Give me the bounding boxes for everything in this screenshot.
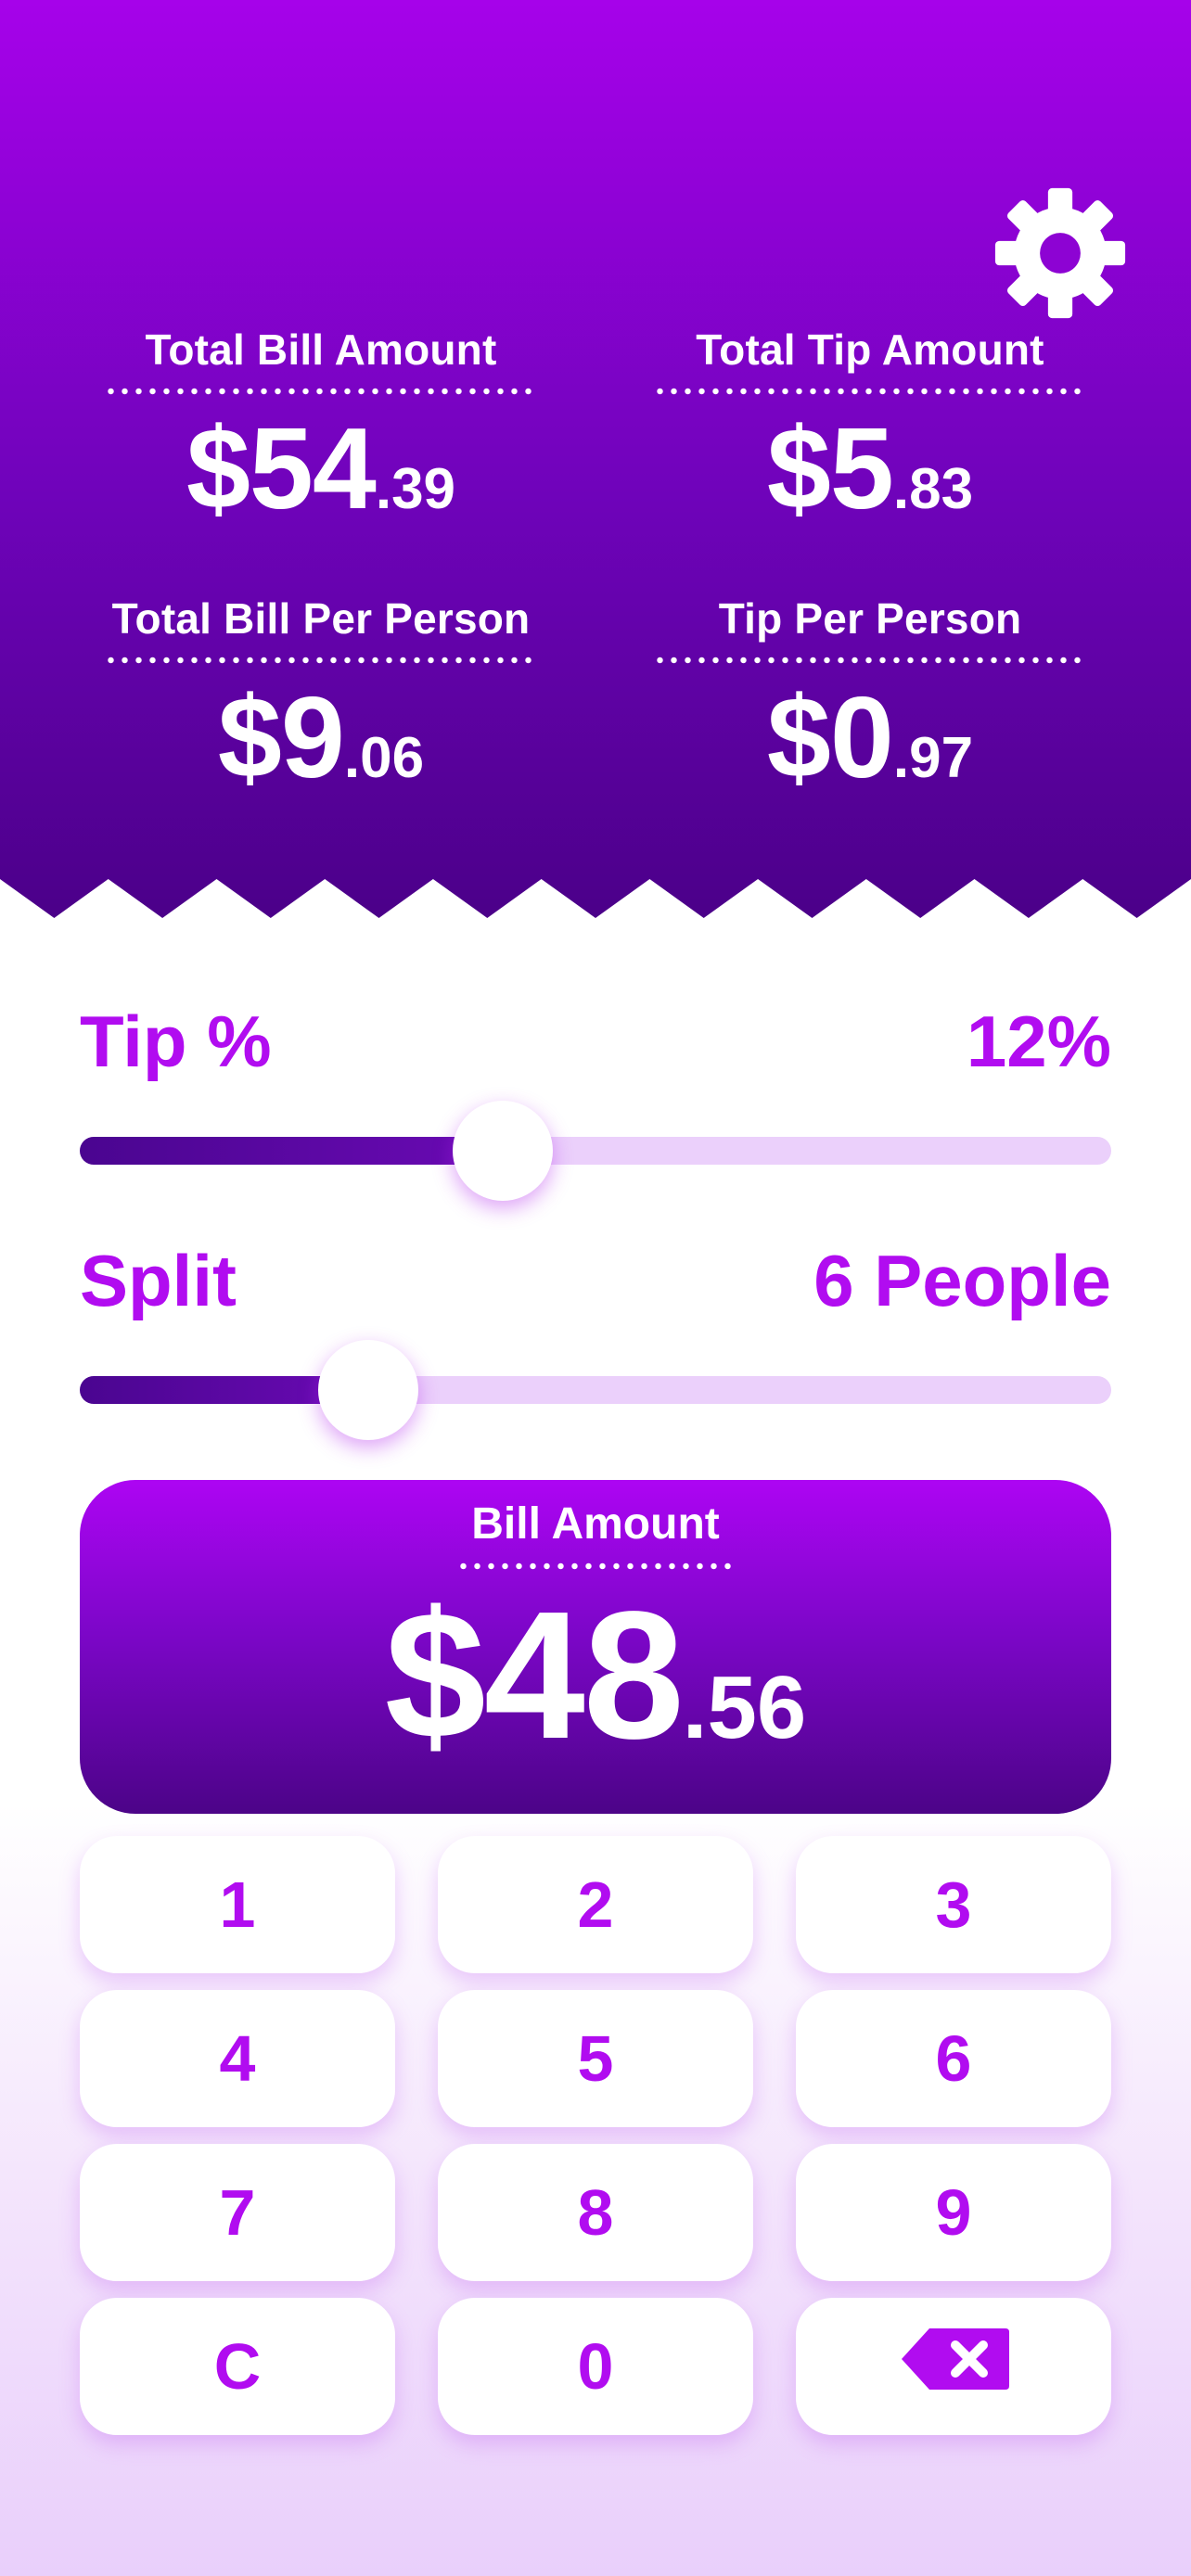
bill-per-person-dollars: $9 — [217, 674, 345, 802]
key-2[interactable]: 2 — [438, 1836, 753, 1973]
split-value: 6 People — [813, 1240, 1111, 1321]
tip-per-person-stat: Tip Per Person $0.97 — [647, 593, 1093, 796]
total-bill-dollars: $54 — [186, 405, 377, 533]
key-6[interactable]: 6 — [796, 1990, 1111, 2127]
key-5[interactable]: 5 — [438, 1990, 753, 2127]
total-tip-value: $5.83 — [647, 412, 1093, 527]
total-bill-cents: .39 — [375, 457, 456, 521]
bill-amount-label: Bill Amount — [471, 1499, 720, 1549]
bill-amount-display: Bill Amount $48.56 — [80, 1480, 1111, 1814]
tip-per-person-label: Tip Per Person — [718, 594, 1022, 643]
key-7[interactable]: 7 — [80, 2144, 395, 2281]
key-0[interactable]: 0 — [438, 2298, 753, 2435]
bill-per-person-stat: Total Bill Per Person $9.06 — [98, 593, 544, 796]
dotted-divider — [653, 388, 1087, 395]
bill-per-person-label: Total Bill Per Person — [111, 594, 531, 643]
dotted-divider — [653, 657, 1087, 664]
total-tip-stat: Total Tip Amount $5.83 — [647, 325, 1093, 527]
backspace-button[interactable] — [796, 2298, 1111, 2435]
bill-amount-cents: .56 — [682, 1658, 807, 1757]
tip-slider-thumb[interactable] — [452, 1101, 553, 1201]
split-slider-thumb[interactable] — [318, 1340, 419, 1440]
key-9[interactable]: 9 — [796, 2144, 1111, 2281]
key-3[interactable]: 3 — [796, 1836, 1111, 1973]
tip-slider-fill — [80, 1137, 503, 1165]
tip-per-person-dollars: $0 — [766, 674, 894, 802]
tip-value: 12% — [966, 1001, 1111, 1082]
tip-label: Tip % — [80, 1001, 272, 1082]
clear-button[interactable]: C — [80, 2298, 395, 2435]
bill-amount-value: $48.56 — [80, 1585, 1111, 1766]
total-tip-cents: .83 — [892, 457, 974, 521]
total-bill-stat: Total Bill Amount $54.39 — [98, 325, 544, 527]
bill-per-person-cents: .06 — [343, 726, 425, 790]
total-bill-value: $54.39 — [98, 412, 544, 527]
gear-icon[interactable] — [992, 185, 1128, 321]
total-bill-label: Total Bill Amount — [145, 325, 497, 374]
key-4[interactable]: 4 — [80, 1990, 395, 2127]
dotted-divider — [104, 388, 538, 395]
bill-per-person-value: $9.06 — [98, 681, 544, 796]
key-1[interactable]: 1 — [80, 1836, 395, 1973]
tip-slider-track[interactable] — [80, 1137, 1111, 1165]
key-8[interactable]: 8 — [438, 2144, 753, 2281]
tip-calculator-app: Total Bill Amount $54.39 Total Tip Amoun… — [0, 0, 1191, 2576]
backspace-icon — [896, 2325, 1011, 2408]
dotted-divider — [104, 657, 538, 664]
tip-per-person-value: $0.97 — [647, 681, 1093, 796]
bill-amount-dollars: $48 — [384, 1574, 685, 1777]
split-slider-track[interactable] — [80, 1376, 1111, 1404]
summary-header: Total Bill Amount $54.39 Total Tip Amoun… — [0, 0, 1191, 927]
total-tip-label: Total Tip Amount — [696, 325, 1044, 374]
split-label: Split — [80, 1240, 237, 1321]
tip-per-person-cents: .97 — [892, 726, 974, 790]
dotted-divider — [456, 1562, 735, 1570]
total-tip-dollars: $5 — [766, 405, 894, 533]
